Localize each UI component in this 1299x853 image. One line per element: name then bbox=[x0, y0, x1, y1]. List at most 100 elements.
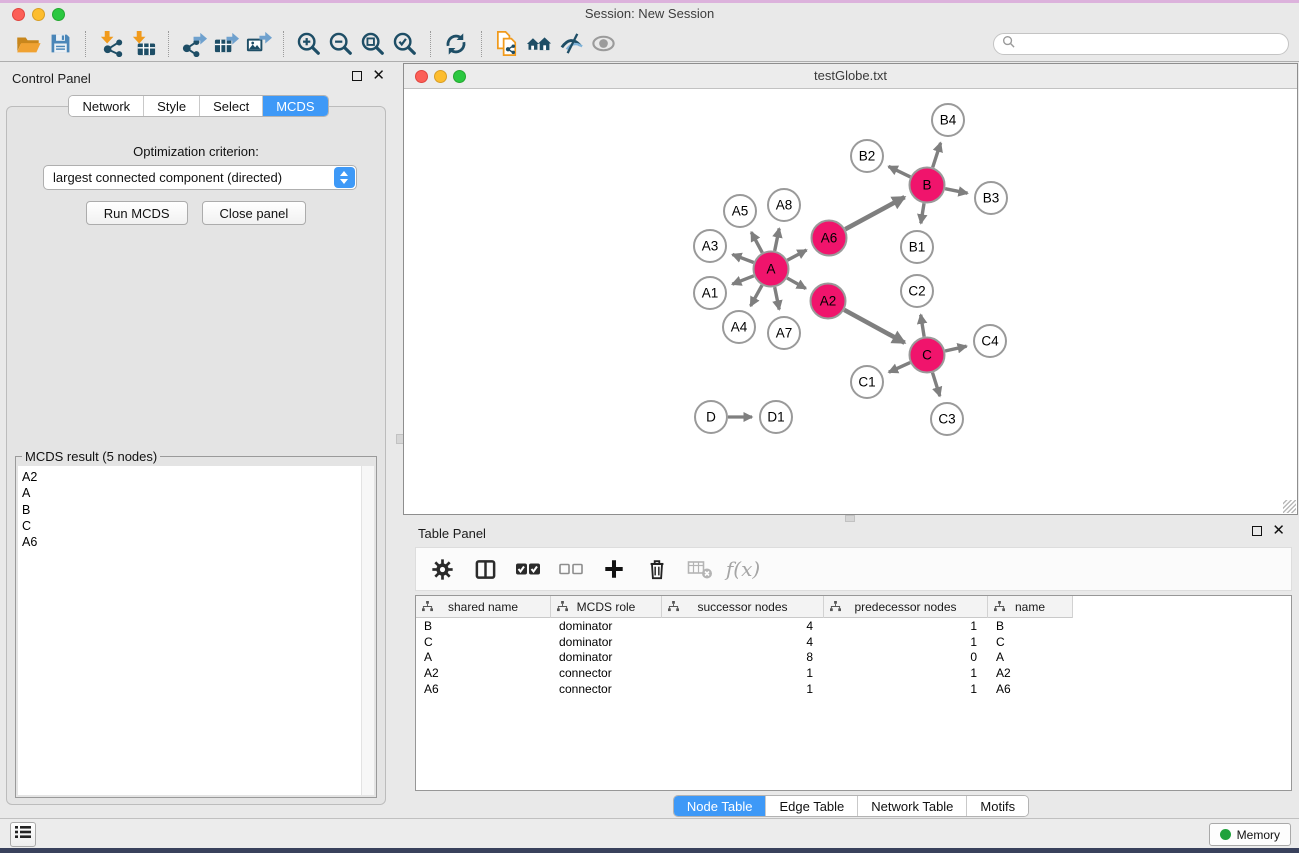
memory-button[interactable]: Memory bbox=[1209, 823, 1291, 846]
graph-edge-C-C1[interactable] bbox=[889, 363, 910, 373]
graph-node-D[interactable]: D bbox=[695, 401, 727, 433]
zoom-window-button[interactable] bbox=[52, 8, 65, 21]
toggle-graphics-details-button[interactable] bbox=[555, 29, 587, 59]
graph-node-A5[interactable]: A5 bbox=[724, 195, 756, 227]
table-row[interactable]: Cdominator41C bbox=[416, 634, 1291, 650]
table-row[interactable]: A2connector11A2 bbox=[416, 665, 1291, 681]
graph-node-C[interactable]: C bbox=[910, 338, 945, 373]
import-table-button[interactable] bbox=[127, 29, 159, 59]
zoom-selected-button[interactable] bbox=[389, 29, 421, 59]
network-canvas[interactable]: AA1A2A3A4A5A6A7A8BB1B2B3B4CC1C2C3C4DD1 bbox=[404, 89, 1297, 514]
tab-mcds[interactable]: MCDS bbox=[262, 96, 327, 116]
home-button[interactable] bbox=[523, 29, 555, 59]
table-row[interactable]: A6connector11A6 bbox=[416, 681, 1291, 697]
open-file-button[interactable] bbox=[12, 29, 44, 59]
float-table-panel-icon[interactable] bbox=[1252, 526, 1262, 536]
graph-node-B[interactable]: B bbox=[910, 168, 945, 203]
table-cell[interactable]: dominator bbox=[551, 635, 662, 649]
table-cell[interactable]: B bbox=[416, 619, 551, 633]
table-cell[interactable]: 1 bbox=[824, 619, 988, 633]
session-files-button[interactable] bbox=[491, 29, 523, 59]
column-header-predecessor-nodes[interactable]: predecessor nodes bbox=[824, 596, 988, 618]
table-cell[interactable]: 4 bbox=[662, 619, 824, 633]
graph-node-C3[interactable]: C3 bbox=[931, 403, 963, 435]
show-columns-button[interactable] bbox=[471, 554, 499, 584]
graph-edge-A-A2[interactable] bbox=[787, 278, 806, 288]
graph-node-A2[interactable]: A2 bbox=[811, 284, 846, 319]
graph-edge-A-A5[interactable] bbox=[751, 232, 762, 253]
graph-node-A7[interactable]: A7 bbox=[768, 317, 800, 349]
close-table-panel-icon[interactable]: ✕ bbox=[1272, 526, 1285, 536]
graph-edge-A-A4[interactable] bbox=[751, 285, 762, 306]
delete-column-button[interactable] bbox=[643, 554, 671, 584]
tab-network[interactable]: Network bbox=[69, 96, 143, 116]
graph-edge-C-C4[interactable] bbox=[945, 346, 967, 351]
table-row[interactable]: Adominator80A bbox=[416, 649, 1291, 665]
table-cell[interactable]: 4 bbox=[662, 635, 824, 649]
add-column-button[interactable] bbox=[600, 554, 628, 584]
float-panel-icon[interactable] bbox=[352, 71, 362, 81]
table-cell[interactable]: A2 bbox=[988, 666, 1073, 680]
table-cell[interactable]: A bbox=[416, 650, 551, 664]
column-header-mcds-role[interactable]: MCDS role bbox=[551, 596, 662, 618]
network-close-button[interactable] bbox=[415, 70, 428, 83]
preview-eye-button[interactable] bbox=[587, 29, 619, 59]
table-cell[interactable]: A2 bbox=[416, 666, 551, 680]
graph-node-B1[interactable]: B1 bbox=[901, 231, 933, 263]
graph-node-B2[interactable]: B2 bbox=[851, 140, 883, 172]
table-tab-motifs[interactable]: Motifs bbox=[966, 796, 1028, 816]
list-scrollbar[interactable] bbox=[361, 466, 374, 795]
save-session-button[interactable] bbox=[44, 29, 76, 59]
graph-edge-A-A3[interactable] bbox=[732, 254, 753, 262]
close-panel-icon[interactable]: ✕ bbox=[372, 71, 385, 81]
table-cell[interactable]: 1 bbox=[824, 666, 988, 680]
graph-node-A3[interactable]: A3 bbox=[694, 230, 726, 262]
network-zoom-button[interactable] bbox=[453, 70, 466, 83]
select-all-rows-button[interactable] bbox=[514, 554, 542, 584]
graph-node-D1[interactable]: D1 bbox=[760, 401, 792, 433]
graph-edge-C-C2[interactable] bbox=[921, 315, 924, 337]
table-cell[interactable]: 8 bbox=[662, 650, 824, 664]
table-tab-node-table[interactable]: Node Table bbox=[674, 796, 766, 816]
graph-edge-A2-C[interactable] bbox=[844, 310, 904, 343]
table-cell[interactable]: 1 bbox=[662, 666, 824, 680]
table-cell[interactable]: 1 bbox=[824, 635, 988, 649]
zoom-in-button[interactable] bbox=[293, 29, 325, 59]
table-mode-gear-button[interactable] bbox=[428, 554, 456, 584]
graph-node-C1[interactable]: C1 bbox=[851, 366, 883, 398]
network-minimize-button[interactable] bbox=[434, 70, 447, 83]
search-input[interactable] bbox=[1020, 35, 1288, 53]
graph-edge-A-A7[interactable] bbox=[775, 287, 780, 309]
table-cell[interactable]: dominator bbox=[551, 650, 662, 664]
table-cell[interactable]: 0 bbox=[824, 650, 988, 664]
mcds-result-item[interactable]: A6 bbox=[22, 534, 374, 550]
close-window-button[interactable] bbox=[12, 8, 25, 21]
graph-edge-B-B1[interactable] bbox=[921, 203, 924, 223]
export-table-button[interactable] bbox=[210, 29, 242, 59]
refresh-view-button[interactable] bbox=[440, 29, 472, 59]
tab-select[interactable]: Select bbox=[199, 96, 262, 116]
table-cell[interactable]: C bbox=[416, 635, 551, 649]
tab-style[interactable]: Style bbox=[143, 96, 199, 116]
deselect-all-rows-button[interactable] bbox=[557, 554, 585, 584]
table-cell[interactable]: dominator bbox=[551, 619, 662, 633]
table-cell[interactable]: 1 bbox=[662, 682, 824, 696]
graph-edge-B-B2[interactable] bbox=[889, 166, 911, 177]
table-cell[interactable]: A bbox=[988, 650, 1073, 664]
table-cell[interactable]: connector bbox=[551, 666, 662, 680]
table-tab-edge-table[interactable]: Edge Table bbox=[765, 796, 857, 816]
task-history-button[interactable] bbox=[10, 822, 36, 847]
table-cell[interactable]: A6 bbox=[416, 682, 551, 696]
export-network-button[interactable] bbox=[178, 29, 210, 59]
table-row[interactable]: Bdominator41B bbox=[416, 618, 1291, 634]
zoom-fit-button[interactable] bbox=[357, 29, 389, 59]
graph-node-A8[interactable]: A8 bbox=[768, 189, 800, 221]
column-header-shared-name[interactable]: shared name bbox=[416, 596, 551, 618]
mcds-result-item[interactable]: A2 bbox=[22, 469, 374, 485]
mcds-result-item[interactable]: C bbox=[22, 518, 374, 534]
mcds-result-item[interactable]: B bbox=[22, 502, 374, 518]
table-cell[interactable]: connector bbox=[551, 682, 662, 696]
criterion-dropdown[interactable]: largest connected component (directed) bbox=[43, 165, 357, 190]
graph-edge-A-A1[interactable] bbox=[732, 276, 753, 284]
graph-edge-A-A8[interactable] bbox=[775, 229, 780, 251]
